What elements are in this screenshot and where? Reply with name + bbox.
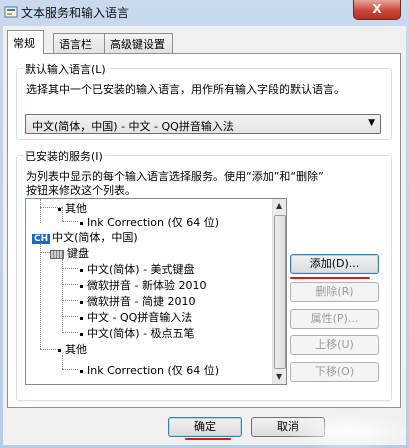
tree-item-keyboard-5[interactable]: 中文(简体) - 极点五笔: [80, 325, 195, 341]
ok-button[interactable]: 确定: [168, 417, 242, 437]
ok-button-label: 确定: [194, 420, 216, 433]
tree-connector: [40, 252, 50, 253]
tree-item-label: 键盘: [67, 247, 89, 260]
red-annotation-underline: [185, 438, 231, 440]
tree-item-keyboard-2[interactable]: 微软拼音 - 新体验 2010: [80, 277, 206, 293]
tab-advanced-key-settings-label: 高级键设置: [110, 38, 165, 51]
language-settings-icon: [4, 6, 18, 18]
tree-item-label: 中文 - QQ拼音输入法: [87, 311, 193, 324]
tree-item-label: 中文(简体) - 美式键盘: [87, 263, 195, 276]
dialog-client-area: 常规 语言栏 高级键设置 默认输入语言(L) 选择其中一个已安装的输入语言，用作…: [3, 26, 408, 448]
tree-item-other-bottom[interactable]: 其他: [58, 341, 87, 357]
dialog-window: 文本服务和输入语言 X 常规 语言栏 高级键设置 默认输入语言(L) 选择其中一…: [0, 0, 409, 448]
tree-item-label: Ink Correction (仅 64 位): [87, 364, 220, 377]
keyboard-icon: [50, 249, 64, 259]
chevron-down-icon: ▼: [368, 118, 375, 128]
tree-connector: [62, 259, 63, 333]
title-bar[interactable]: 文本服务和输入语言 X: [0, 0, 409, 26]
tree-item-ink-correction-bottom[interactable]: Ink Correction (仅 64 位): [80, 362, 219, 378]
default-language-select-value: 中文(简体，中国) - 中文 - QQ拼音输入法: [32, 120, 234, 133]
default-language-select[interactable]: 中文(简体，中国) - 中文 - QQ拼音输入法 ▼: [25, 114, 381, 134]
bullet-icon: [80, 369, 83, 373]
bullet-icon: [80, 221, 83, 225]
add-button[interactable]: 添加(D)...: [290, 254, 379, 274]
move-down-button[interactable]: 下移(O): [290, 362, 379, 382]
bullet-icon: [80, 316, 83, 320]
tree-connector: [40, 349, 58, 350]
tree-item-keyboard-1[interactable]: 中文(简体) - 美式键盘: [80, 261, 195, 277]
scroll-up-arrow-icon[interactable]: ▲: [276, 201, 282, 210]
default-language-group-title: 默认输入语言(L): [23, 61, 108, 77]
tree-item-label: 其他: [65, 343, 87, 356]
tree-item-label: Ink Correction (仅 64 位): [87, 216, 220, 229]
tab-language-bar[interactable]: 语言栏: [53, 33, 105, 53]
bullet-icon: [80, 268, 83, 272]
tree-connector: [62, 268, 78, 269]
tab-language-bar-label: 语言栏: [59, 38, 92, 51]
tree-connector: [62, 355, 63, 369]
tree-connector: [62, 369, 78, 370]
close-button[interactable]: X: [353, 0, 401, 20]
tree-item-keyboard-4[interactable]: 中文 - QQ拼音输入法: [80, 309, 192, 325]
bullet-icon: [80, 284, 83, 288]
properties-button-label: 属性(P)...: [310, 312, 359, 325]
remove-button[interactable]: 删除(R): [290, 282, 379, 302]
blurred-overlay: [290, 414, 408, 448]
scroll-down-arrow-icon[interactable]: ▼: [276, 372, 282, 381]
tree-connector: [40, 243, 41, 349]
tree-item-language-chinese[interactable]: CH 中文(简体，中国): [32, 229, 138, 245]
tab-advanced-key-settings[interactable]: 高级键设置: [104, 33, 173, 53]
tree-item-label: 中文(简体) - 极点五笔: [87, 327, 195, 340]
move-up-button-label: 上移(U): [315, 338, 354, 351]
bullet-icon: [80, 300, 83, 304]
language-badge-icon: CH: [32, 234, 51, 244]
tab-general-label: 常规: [13, 37, 35, 50]
tree-item-ink-correction-top[interactable]: Ink Correction (仅 64 位): [80, 214, 219, 230]
close-icon: X: [372, 2, 382, 16]
tree-vertical-scrollbar[interactable]: ▲ ▼: [272, 199, 286, 384]
tree-connector: [62, 300, 78, 301]
tree-connector: [62, 284, 78, 285]
installed-services-tree[interactable]: 其他 Ink Correction (仅 64 位) CH 中文(简体，中国) 键…: [25, 198, 287, 385]
bullet-icon: [58, 348, 61, 352]
red-annotation-underline: [290, 277, 370, 279]
scrollbar-thumb[interactable]: [274, 215, 286, 369]
tree-item-keyboard[interactable]: 键盘: [50, 245, 89, 261]
installed-services-group-title: 已安装的服务(I): [23, 148, 105, 164]
properties-button[interactable]: 属性(P)...: [290, 309, 379, 329]
window-title: 文本服务和输入语言: [21, 6, 130, 20]
tree-connector: [62, 316, 78, 317]
move-down-button-label: 下移(O): [314, 365, 355, 378]
move-up-button[interactable]: 上移(U): [290, 335, 379, 355]
tree-item-label: 微软拼音 - 简捷 2010: [87, 295, 196, 308]
tree-connector: [40, 199, 41, 223]
tree-item-keyboard-3[interactable]: 微软拼音 - 简捷 2010: [80, 293, 195, 309]
bullet-icon: [58, 207, 61, 211]
add-button-label: 添加(D)...: [309, 257, 360, 270]
tree-connector: [62, 221, 78, 222]
default-language-description: 选择其中一个已安装的输入语言，用作所有输入字段的默认语言。: [26, 83, 345, 96]
tree-item-label: 微软拼音 - 新体验 2010: [87, 279, 207, 292]
tree-connector: [62, 332, 78, 333]
tree-item-label: 中文(简体，中国): [52, 231, 138, 244]
installed-services-description-line2: 按钮来修改这个列表。: [26, 184, 136, 197]
remove-button-label: 删除(R): [315, 285, 354, 298]
bullet-icon: [80, 332, 83, 336]
tab-general[interactable]: 常规: [7, 30, 44, 54]
